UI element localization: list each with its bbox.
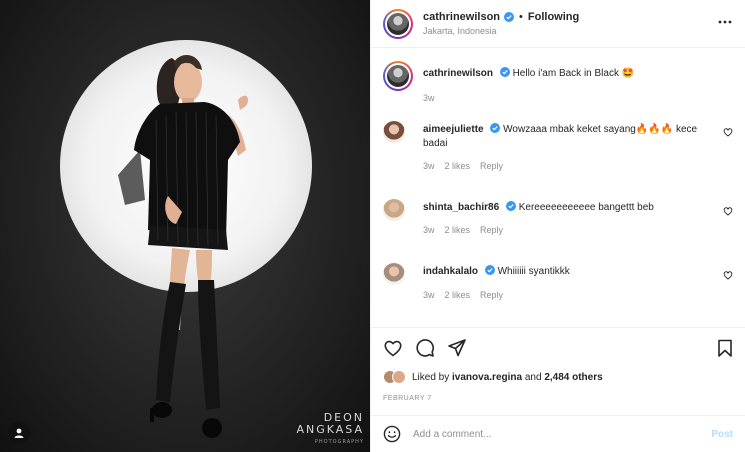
photographer-watermark: DEON ANGKASA PHOTOGRAPHY bbox=[296, 412, 364, 448]
comment-meta: 3w 2 likes Reply bbox=[423, 161, 503, 171]
watermark-line-3: PHOTOGRAPHY bbox=[314, 439, 364, 445]
comment-item: shinta_bachir86 Kereeeeeeeeeee bangettt … bbox=[383, 199, 733, 239]
more-options-button[interactable] bbox=[717, 14, 733, 30]
verified-badge-icon bbox=[504, 12, 515, 22]
bookmark-icon bbox=[718, 339, 732, 357]
caption-author-avatar[interactable] bbox=[383, 61, 413, 91]
comment-likes[interactable]: 2 likes bbox=[445, 161, 471, 171]
save-button[interactable] bbox=[715, 338, 735, 358]
comment-item: aimeejuliette Wowzaaa mbak keket sayang🔥… bbox=[383, 121, 733, 177]
verified-badge-icon bbox=[490, 123, 501, 133]
comment-bubble-icon bbox=[416, 339, 434, 357]
post-photo[interactable]: DEON ANGKASA PHOTOGRAPHY bbox=[0, 0, 370, 452]
heart-icon bbox=[384, 340, 402, 357]
like-comment-heart-icon[interactable] bbox=[723, 206, 733, 216]
liker-avatar[interactable] bbox=[392, 370, 406, 384]
post-comment-button[interactable]: Post bbox=[711, 429, 733, 440]
commenter-avatar[interactable] bbox=[383, 121, 405, 143]
share-button[interactable] bbox=[447, 338, 467, 358]
comment-reply-button[interactable]: Reply bbox=[480, 161, 503, 171]
commenter-avatar[interactable] bbox=[383, 199, 405, 221]
comment-text: Whiiiiii syantikkk bbox=[497, 266, 570, 277]
add-comment-bar: Post bbox=[371, 415, 745, 452]
author-username[interactable]: cathrinewilson bbox=[423, 11, 500, 23]
liker-username[interactable]: ivanova.regina bbox=[452, 372, 522, 383]
comment-likes[interactable]: 2 likes bbox=[445, 225, 471, 235]
comment-meta: 3w 2 likes Reply bbox=[423, 225, 503, 235]
model-figure bbox=[118, 55, 249, 438]
comment-time[interactable]: 3w bbox=[423, 290, 435, 300]
like-button[interactable] bbox=[383, 338, 403, 358]
likes-others-link[interactable]: 2,484 others bbox=[544, 372, 602, 383]
comment-text-row: indahkalalo Whiiiiii syantikkk bbox=[423, 265, 709, 279]
likes-connector: and bbox=[524, 371, 542, 383]
post-side-panel: cathrinewilson • Following Jakarta, Indo… bbox=[370, 0, 745, 452]
instagram-post-modal: DEON ANGKASA PHOTOGRAPHY cathrinewilson … bbox=[0, 0, 745, 452]
following-button[interactable]: Following bbox=[528, 11, 579, 23]
caption-text: Hello i'am Back in Black 🤩 bbox=[512, 68, 635, 79]
post-date[interactable]: FEBRUARY 7 bbox=[383, 395, 432, 402]
caption-username[interactable]: cathrinewilson bbox=[423, 68, 493, 79]
verified-badge-icon bbox=[505, 201, 516, 211]
author-avatar[interactable] bbox=[383, 8, 413, 39]
comment-username[interactable]: indahkalalo bbox=[423, 266, 478, 277]
like-comment-heart-icon[interactable] bbox=[723, 127, 733, 137]
user-icon bbox=[14, 428, 24, 438]
author-avatar-image bbox=[387, 12, 409, 35]
author-info: cathrinewilson • Following Jakarta, Indo… bbox=[423, 11, 579, 36]
comment-text-row: aimeejuliette Wowzaaa mbak keket sayang🔥… bbox=[423, 123, 709, 151]
action-buttons bbox=[383, 338, 467, 358]
tagged-user-button[interactable] bbox=[8, 422, 30, 444]
emoji-icon[interactable] bbox=[383, 425, 401, 443]
comment-meta: 3w 2 likes Reply bbox=[423, 290, 503, 300]
comments-section[interactable]: cathrinewilson Hello i'am Back in Black … bbox=[371, 49, 745, 327]
comment-username[interactable]: aimeejuliette bbox=[423, 124, 484, 135]
verified-badge-icon bbox=[499, 67, 510, 77]
post-actions: Liked by ivanova.regina and 2,484 others… bbox=[371, 327, 745, 417]
comment-reply-button[interactable]: Reply bbox=[480, 290, 503, 300]
comment-text-row: shinta_bachir86 Kereeeeeeeeeee bangettt … bbox=[423, 201, 709, 215]
comment-time[interactable]: 3w bbox=[423, 161, 435, 171]
likes-prefix: Liked by bbox=[412, 371, 450, 383]
post-location[interactable]: Jakarta, Indonesia bbox=[423, 26, 579, 36]
add-comment-input[interactable] bbox=[413, 428, 712, 440]
header-separator: • bbox=[519, 11, 523, 23]
caption-text-row: cathrinewilson Hello i'am Back in Black … bbox=[423, 67, 709, 81]
post-header: cathrinewilson • Following Jakarta, Indo… bbox=[371, 0, 745, 48]
comment-item: indahkalalo Whiiiiii syantikkk 3w 2 like… bbox=[383, 263, 733, 303]
likes-summary: Liked by ivanova.regina and 2,484 others bbox=[383, 370, 603, 384]
caption-time[interactable]: 3w bbox=[423, 93, 435, 103]
comment-username[interactable]: shinta_bachir86 bbox=[423, 202, 499, 213]
caption-meta: 3w bbox=[423, 93, 435, 103]
likes-text: Liked by ivanova.regina and 2,484 others bbox=[412, 372, 603, 383]
comment-button[interactable] bbox=[415, 338, 435, 358]
comment-reply-button[interactable]: Reply bbox=[480, 225, 503, 235]
caption-author-avatar-image bbox=[387, 65, 409, 87]
comment-likes[interactable]: 2 likes bbox=[445, 290, 471, 300]
verified-badge-icon bbox=[484, 265, 495, 275]
comment-time[interactable]: 3w bbox=[423, 225, 435, 235]
commenter-avatar[interactable] bbox=[383, 263, 405, 285]
comment-text: Kereeeeeeeeeee bangettt beb bbox=[518, 202, 654, 213]
like-comment-heart-icon[interactable] bbox=[723, 270, 733, 280]
more-options-icon bbox=[718, 20, 732, 24]
post-caption: cathrinewilson Hello i'am Back in Black … bbox=[383, 61, 733, 106]
send-paper-plane-icon bbox=[448, 339, 466, 357]
watermark-line-2: ANGKASA bbox=[296, 423, 364, 436]
